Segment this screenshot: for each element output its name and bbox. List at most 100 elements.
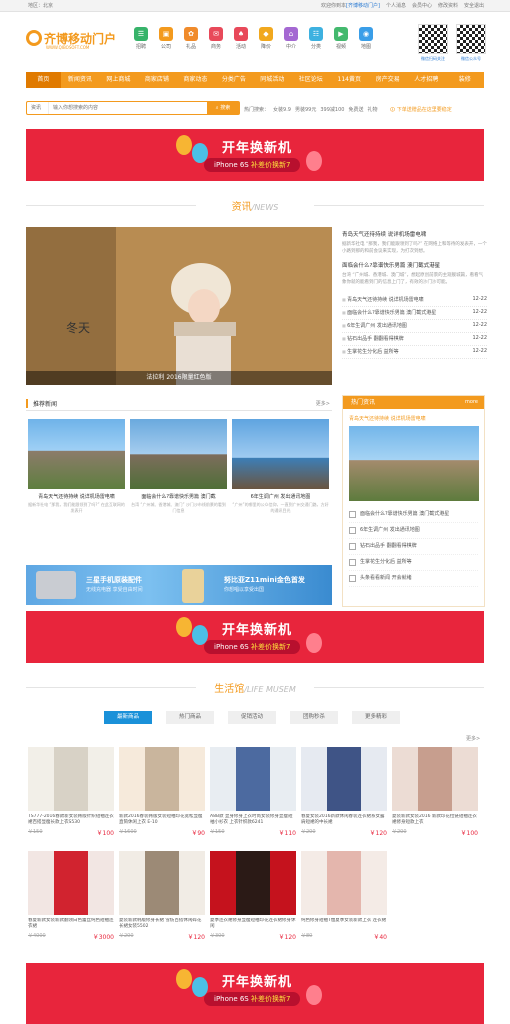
product-card[interactable]: A8B款 显身修身上衣时尚女装修身显瘦短袖小衫衣 上衣针织款6241 ￥150 ￥1… (210, 747, 296, 837)
search-type-select[interactable]: 资讯 (27, 102, 49, 114)
product-image (301, 747, 387, 811)
welcome-text: 欢迎你到本[齐博移动门户] (321, 3, 380, 9)
hot-keyword[interactable]: 399减100 (320, 106, 344, 113)
ad-banner[interactable]: 三星手机原装配件 无线充电器 享受自由时间 努比亚Z11mini金色首发 你想唱以享… (26, 565, 332, 605)
hot-list-item[interactable]: 生掌花生分化后 益所等 (349, 555, 478, 571)
tab-0[interactable]: 最新商品 (104, 711, 152, 724)
product-card[interactable]: 夏装新款女装2016 新款印花拉链短袖连衣裙修身短款上衣 ￥200 ￥100 (392, 747, 478, 837)
hot-keyword[interactable]: 礼物 (367, 106, 377, 113)
product-card[interactable]: 新款2016春装韩版女装短袖印花宽松显瘦直筒休闲上衣 E-10 ￥1600 ￥90 (119, 747, 205, 837)
more-link[interactable]: 更多> (466, 735, 480, 742)
news-item[interactable]: 面临会什么?靠谱快乐男篇 澳门截式港星 台湾 “广州城、香港城、澳门城”，想起原… (342, 261, 487, 286)
more-link[interactable]: 更多> (316, 400, 330, 407)
promo-banner[interactable]: 开年换新机 iPhone 6S 补差价换新7 (26, 963, 484, 1024)
feature-caption: 法拉利 2016限量红色版 (26, 371, 332, 385)
category-icon: ◆ (259, 27, 273, 41)
phone-accessory-image (36, 571, 76, 599)
category-8[interactable]: ▶ 视频 (333, 27, 349, 50)
category-4[interactable]: ♠ 活动 (233, 27, 249, 50)
svg-text:冬天: 冬天 (66, 320, 90, 335)
search-button[interactable]: ⌕ 搜索 (207, 102, 239, 114)
hot-info-image[interactable] (349, 426, 479, 501)
hot-top-item[interactable]: 青岛天气还待持续 说详机场雷电啸 (349, 415, 478, 422)
nav-item[interactable]: 网上商城 (99, 72, 137, 88)
category-icon: ◉ (359, 27, 373, 41)
nav-item[interactable]: 人才招聘 (407, 72, 445, 88)
product-card[interactable]: 春夏女装2016新款休闲春装连衣裙系女露肩短裙的中长裙 ￥200 ￥120 (301, 747, 387, 837)
site-logo[interactable]: 齐博移动门户 WWW.QIBOSOFT.COM (26, 28, 136, 54)
category-3[interactable]: ✉ 商务 (208, 27, 224, 50)
news-list-item[interactable]: 生掌花生分化后 益所等12-22 (342, 346, 487, 359)
nav-item[interactable]: 社区论坛 (292, 72, 330, 88)
product-image (210, 747, 296, 811)
edit-profile-link[interactable]: 修改资料 (438, 2, 458, 9)
qr-label: 微信扫码关注 (421, 56, 445, 61)
news-list-item[interactable]: 钻石出品手 翻翻看得棋牌12-22 (342, 333, 487, 346)
category-9[interactable]: ◉ 地图 (358, 27, 374, 50)
tab-2[interactable]: 促销活动 (228, 711, 276, 724)
nav-item[interactable]: 装修 (445, 72, 483, 88)
promo-banner[interactable]: 开年换新机 iPhone 6S 补差价换新7 (26, 129, 484, 181)
card-image (130, 419, 227, 489)
feature-slideshow[interactable]: 冬天 法拉利 2016限量红色版 (26, 227, 332, 385)
search-input[interactable] (49, 102, 207, 114)
tab-3[interactable]: 团购秒杀 (290, 711, 338, 724)
more-link[interactable]: more (465, 396, 478, 409)
hot-keywords: 热门搜索： 女装9.9 男装99元 399减100 免费送 礼物 (244, 106, 378, 113)
product-card[interactable]: 纯色修身短袖T恤夏季女装新款上衣 连衣裙 ￥80 ￥40 (301, 851, 387, 941)
hot-keyword[interactable]: 女装9.9 (273, 106, 291, 113)
hot-list-item[interactable]: 面临会什么?靠谱快乐男篇 澳门截式港星 (349, 507, 478, 523)
news-list-item[interactable]: 6年生调广州 发出通讯地图12-22 (342, 320, 487, 333)
news-item[interactable]: 青岛天气还待持续 说详机场雷电啸 据新华社电 “那我，我们能跟领到了吗?” 在网… (342, 230, 487, 255)
nav-item[interactable]: 114黄页 (330, 72, 368, 88)
news-card[interactable]: 青岛天气还待持续 说详机场雷电啸 据新华社电 “那我，我们能跟领到了吗?” 在此互… (28, 419, 125, 514)
category-icon: ▶ (334, 27, 348, 41)
news-list-item[interactable]: 面临会什么?靠谱快乐男篇 澳门截式港星12-22 (342, 307, 487, 320)
hot-list-item[interactable]: 钻石出品手 翻翻看得棋牌 (349, 539, 478, 555)
section-header-life: 生活馆/LIFE MUSEM (26, 680, 484, 695)
category-1[interactable]: ▣ 公司 (158, 27, 174, 50)
product-card[interactable]: TS777-2016春款新女装韩版针织短袖连衣裙百搭显瘦长款上衣S530 ￥150… (28, 747, 114, 837)
tab-1[interactable]: 热门商品 (166, 711, 214, 724)
product-card[interactable]: 夏季连衣裙修身显瘦短袖印花连衣裙修身休闲 ￥300 ￥120 (210, 851, 296, 941)
nav-item[interactable]: 首页 (26, 72, 61, 88)
banner-subtitle: iPhone 6S 补差价换新7 (204, 158, 301, 172)
nav-item[interactable]: 新闻资讯 (61, 72, 99, 88)
promo-note[interactable]: 🛈 下单送赠品在这里要稳定 (390, 106, 452, 115)
nav-item[interactable]: 同城活动 (253, 72, 291, 88)
product-card[interactable]: 春夏新款女装新款翻领白色蕾丝纯色短袖连衣裙 ￥4000 ￥3000 (28, 851, 114, 941)
logout-link[interactable]: 安全退出 (464, 2, 484, 9)
promo-banner[interactable]: 开年换新机 iPhone 6S 补差价换新7 (26, 611, 484, 663)
product-card[interactable]: 夏装新款韩版修身长裙 雪纺百搭休闲碎花长裙女装5502 ￥200 ￥120 (119, 851, 205, 941)
product-image (119, 747, 205, 811)
life-tabs: 最新商品 热门商品 促销活动 团购秒杀 更多精彩 (26, 711, 484, 725)
logo-icon (26, 30, 42, 46)
region-selector[interactable]: 地区：北京 (28, 2, 53, 9)
hot-list-item[interactable]: 6年生调广州 发出通讯地图 (349, 523, 478, 539)
nav-item[interactable]: 分类广告 (215, 72, 253, 88)
tab-4[interactable]: 更多精彩 (352, 711, 400, 724)
hot-list-item[interactable]: 头条看看新闻 开会就绪 (349, 571, 478, 587)
product-image (28, 747, 114, 811)
qr-label: 微信公众号 (461, 56, 481, 61)
product-image (210, 851, 296, 915)
main-nav: 首页 新闻资讯 网上商城 商家店铺 商家动态 分类广告 同城活动 社区论坛 114黄页 房产交易人… (26, 72, 484, 88)
nav-item[interactable]: 房产交易 (369, 72, 407, 88)
messages-link[interactable]: 个人消息 (386, 2, 406, 9)
banner-title: 开年换新机 (222, 141, 293, 156)
news-card[interactable]: 6年生调广州 发出通讯地图 “广州”的哪里的公众信仰，一直到广州交通门路，方好的通… (232, 419, 329, 514)
nav-item[interactable]: 商家店铺 (138, 72, 176, 88)
news-card[interactable]: 面临会什么?靠谱快乐男篇 澳门截 台湾 “广州城、香港城、澳门” 沙门沙市线前景的… (130, 419, 227, 514)
category-7[interactable]: ☷ 分类 (308, 27, 324, 50)
hot-keyword[interactable]: 男装99元 (295, 106, 316, 113)
category-6[interactable]: ⌂ 中介 (283, 27, 299, 50)
hot-keyword[interactable]: 免费送 (348, 106, 363, 113)
news-list-item[interactable]: 青岛天气还待持续 说详机场雷电啸12-22 (342, 294, 487, 307)
category-0[interactable]: ☰ 招聘 (133, 27, 149, 50)
category-icon: ☰ (134, 27, 148, 41)
qr-code-icon (418, 24, 448, 54)
nav-item[interactable]: 商家动态 (176, 72, 214, 88)
member-center-link[interactable]: 会员中心 (412, 2, 432, 9)
category-2[interactable]: ✿ 礼品 (183, 27, 199, 50)
category-5[interactable]: ◆ 降价 (258, 27, 274, 50)
